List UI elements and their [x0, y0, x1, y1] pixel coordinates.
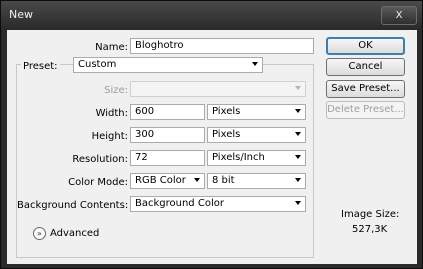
resolution-unit-value: Pixels/Inch: [212, 152, 265, 163]
cancel-button[interactable]: Cancel: [326, 58, 405, 76]
width-unit-select[interactable]: Pixels: [207, 104, 306, 120]
chevron-down-icon: [295, 132, 301, 136]
chevron-down-icon: [295, 109, 301, 113]
color-mode-label: Color Mode:: [68, 177, 128, 188]
chevron-down-icon: [194, 178, 200, 182]
size-select: [130, 81, 306, 97]
advanced-toggle-label[interactable]: Advanced: [50, 228, 99, 239]
chevron-down-icon: [295, 178, 301, 182]
background-contents-value: Background Color: [135, 198, 224, 209]
width-input[interactable]: 600: [130, 104, 205, 120]
color-mode-select[interactable]: RGB Color: [130, 173, 205, 189]
width-label: Width:: [95, 108, 128, 119]
size-label: Size:: [104, 85, 128, 96]
image-size-label: Image Size:: [341, 209, 400, 220]
width-unit-value: Pixels: [212, 106, 241, 117]
image-size-value: 527,3K: [352, 224, 388, 235]
color-mode-value: RGB Color: [135, 175, 186, 186]
chevron-down-icon: [295, 86, 301, 90]
name-label: Name:: [95, 42, 128, 53]
resolution-unit-select[interactable]: Pixels/Inch: [207, 150, 306, 166]
bit-depth-select[interactable]: 8 bit: [207, 173, 306, 189]
chevron-down-icon: [295, 155, 301, 159]
chevron-down-icon: [295, 201, 301, 205]
preset-select-value: Custom: [78, 59, 117, 70]
dialog-body: Name: Bloghotro Preset: Custom Size: Wid…: [7, 30, 417, 264]
title-bar: New X: [1, 1, 422, 28]
dialog-title: New: [9, 8, 33, 21]
background-contents-select[interactable]: Background Color: [130, 196, 306, 212]
delete-preset-button: Delete Preset...: [326, 101, 405, 119]
preset-label: Preset:: [21, 61, 60, 72]
background-contents-label: Background Contents:: [17, 200, 129, 211]
new-document-dialog: New X Name: Bloghotro Preset: Custom Siz…: [0, 0, 423, 269]
chevron-down-icon: [252, 62, 258, 66]
height-label: Height:: [91, 131, 128, 142]
name-input[interactable]: Bloghotro: [130, 38, 314, 54]
height-input[interactable]: 300: [130, 127, 205, 143]
double-chevron-down-icon[interactable]: »: [33, 227, 46, 240]
preset-select[interactable]: Custom: [73, 57, 263, 73]
height-unit-value: Pixels: [212, 129, 241, 140]
resolution-label: Resolution:: [72, 154, 128, 165]
ok-button[interactable]: OK: [326, 37, 405, 55]
height-unit-select[interactable]: Pixels: [207, 127, 306, 143]
resolution-input[interactable]: 72: [130, 150, 205, 166]
close-button[interactable]: X: [381, 6, 417, 25]
bit-depth-value: 8 bit: [212, 175, 235, 186]
save-preset-button[interactable]: Save Preset...: [326, 80, 405, 98]
